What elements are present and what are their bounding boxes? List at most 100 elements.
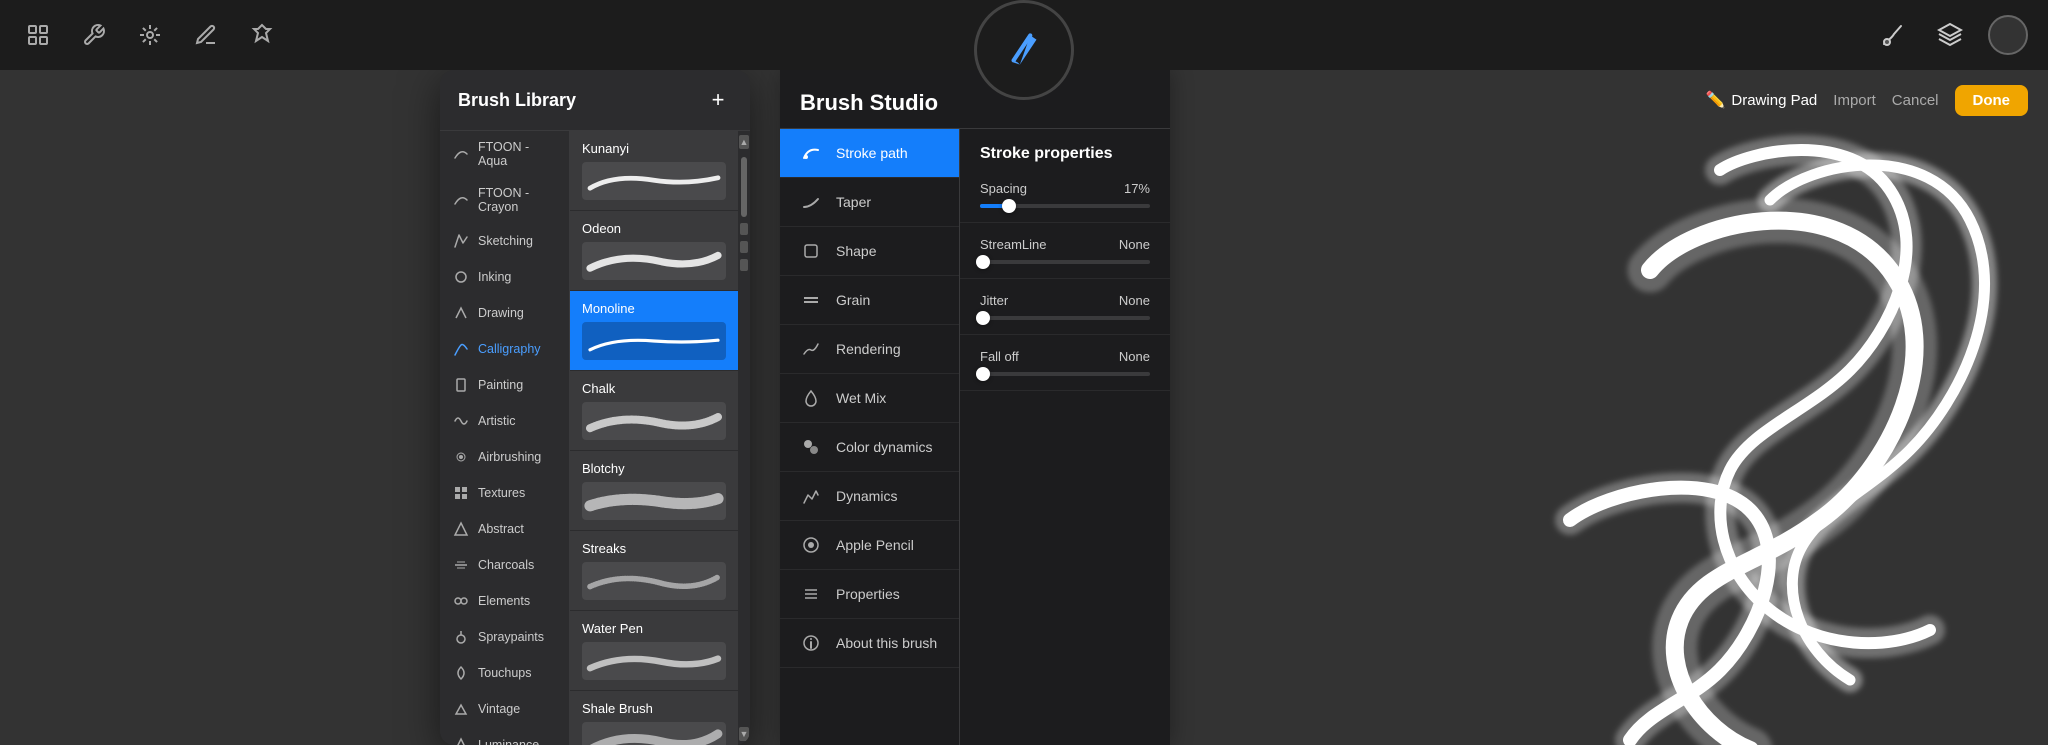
brush-name-shale: Shale Brush (582, 701, 726, 716)
studio-nav-properties[interactable]: Properties (780, 570, 959, 619)
brush-item-shale[interactable]: Shale Brush (570, 691, 738, 745)
brush-item-blotchy[interactable]: Blotchy (570, 451, 738, 531)
category-charcoals[interactable]: Charcoals (440, 547, 569, 583)
brush-name-chalk: Chalk (582, 381, 726, 396)
wrench-icon[interactable] (76, 17, 112, 53)
done-button[interactable]: Done (1955, 85, 2029, 116)
category-spraypaints[interactable]: Spraypaints (440, 619, 569, 655)
brush-name-water-pen: Water Pen (582, 621, 726, 636)
spacing-prop: Spacing 17% (960, 167, 1170, 223)
brush-item-kunanyi[interactable]: Kunanyi (570, 131, 738, 211)
abstract-icon (452, 520, 470, 538)
category-painting[interactable]: Painting (440, 367, 569, 403)
category-luminance[interactable]: Luminance (440, 727, 569, 745)
streamline-prop: StreamLine None (960, 223, 1170, 279)
drawing-pad-icon: ✏️ (1705, 90, 1725, 110)
color-circle[interactable] (1988, 15, 2028, 55)
pin-icon[interactable] (244, 17, 280, 53)
brush-icon[interactable] (1876, 17, 1912, 53)
category-touchups[interactable]: Touchups (440, 655, 569, 691)
pencil-tool-circle[interactable] (974, 0, 1074, 100)
brush-item-water-pen[interactable]: Water Pen (570, 611, 738, 691)
scroll-thumb[interactable] (741, 157, 747, 217)
category-drawing[interactable]: Drawing (440, 295, 569, 331)
drawing-pad-header: ✏️ Drawing Pad Import Cancel Done (1170, 70, 2048, 130)
cancel-button[interactable]: Cancel (1892, 92, 1939, 109)
vintage-label: Vintage (478, 702, 520, 716)
studio-nav-grain[interactable]: Grain (780, 276, 959, 325)
studio-nav-dynamics[interactable]: Dynamics (780, 472, 959, 521)
studio-nav-color-dynamics[interactable]: Color dynamics (780, 423, 959, 472)
studio-nav-taper[interactable]: Taper (780, 178, 959, 227)
brush-studio-panel: Brush Studio Stroke path Taper (780, 70, 1170, 745)
studio-nav-wet-mix[interactable]: Wet Mix (780, 374, 959, 423)
charcoals-label: Charcoals (478, 558, 534, 572)
category-artistic[interactable]: Artistic (440, 403, 569, 439)
jitter-prop: Jitter None (960, 279, 1170, 335)
stroke-path-label: Stroke path (836, 145, 908, 161)
airbrushing-icon (452, 448, 470, 466)
falloff-thumb[interactable] (976, 367, 990, 381)
spacing-slider[interactable] (980, 204, 1150, 208)
streamline-header: StreamLine None (980, 237, 1150, 252)
luminance-label: Luminance (478, 738, 539, 745)
category-sketching[interactable]: Sketching (440, 223, 569, 259)
category-elements[interactable]: Elements (440, 583, 569, 619)
category-airbrushing[interactable]: Airbrushing (440, 439, 569, 475)
studio-nav-rendering[interactable]: Rendering (780, 325, 959, 374)
studio-nav-stroke-path[interactable]: Stroke path (780, 129, 959, 178)
scroll-up-btn[interactable]: ▲ (739, 135, 749, 149)
spacing-thumb[interactable] (1002, 199, 1016, 213)
adjust-icon[interactable] (132, 17, 168, 53)
brush-library-panel: Brush Library + FTOON - Aqua FTOON - Cra… (440, 70, 750, 745)
category-ftoon-aqua[interactable]: FTOON - Aqua (440, 131, 569, 177)
brush-item-odeon[interactable]: Odeon (570, 211, 738, 291)
drawing-pad-label: ✏️ Drawing Pad (1705, 90, 1817, 110)
script-icon[interactable] (188, 17, 224, 53)
brush-preview-streaks (582, 562, 726, 600)
brush-library-title: Brush Library (458, 90, 576, 111)
rendering-icon (800, 338, 822, 360)
studio-nav-list: Stroke path Taper Shape (780, 129, 960, 745)
category-ftoon-crayon[interactable]: FTOON - Crayon (440, 177, 569, 223)
charcoals-icon (452, 556, 470, 574)
jitter-thumb[interactable] (976, 311, 990, 325)
drawing-icon (452, 304, 470, 322)
elements-icon (452, 592, 470, 610)
import-button[interactable]: Import (1833, 92, 1876, 109)
scroll-marker-2 (740, 241, 748, 253)
category-list: FTOON - Aqua FTOON - Crayon Sketching (440, 131, 570, 745)
studio-nav-shape[interactable]: Shape (780, 227, 959, 276)
category-vintage[interactable]: Vintage (440, 691, 569, 727)
luminance-icon (452, 736, 470, 745)
brush-preview-odeon (582, 242, 726, 280)
stroke-properties-content: Stroke properties Spacing 17% Stream (960, 129, 1170, 745)
brush-name-blotchy: Blotchy (582, 461, 726, 476)
scroll-down-btn[interactable]: ▼ (739, 727, 749, 741)
studio-nav-about[interactable]: About this brush (780, 619, 959, 668)
brush-item-streaks[interactable]: Streaks (570, 531, 738, 611)
category-inking[interactable]: Inking (440, 259, 569, 295)
brush-item-monoline[interactable]: Monoline (570, 291, 738, 371)
falloff-slider[interactable] (980, 372, 1150, 376)
streamline-slider[interactable] (980, 260, 1150, 264)
add-brush-button[interactable]: + (704, 86, 732, 114)
color-dynamics-icon (800, 436, 822, 458)
about-label: About this brush (836, 635, 937, 651)
brush-item-chalk[interactable]: Chalk (570, 371, 738, 451)
category-textures[interactable]: Textures (440, 475, 569, 511)
jitter-slider[interactable] (980, 316, 1150, 320)
category-abstract[interactable]: Abstract (440, 511, 569, 547)
brush-library-body: FTOON - Aqua FTOON - Crayon Sketching (440, 131, 750, 745)
streamline-thumb[interactable] (976, 255, 990, 269)
brush-preview-blotchy (582, 482, 726, 520)
layers-icon[interactable] (1932, 17, 1968, 53)
airbrushing-label: Airbrushing (478, 450, 541, 464)
gallery-icon[interactable] (20, 17, 56, 53)
brush-preview-monoline (582, 322, 726, 360)
studio-nav-apple-pencil[interactable]: Apple Pencil (780, 521, 959, 570)
brush-preview-shale (582, 722, 726, 745)
brush-list-scrollbar[interactable]: ▲ ▼ (738, 131, 750, 745)
drawing-canvas[interactable] (1170, 70, 2048, 745)
category-calligraphy[interactable]: Calligraphy (440, 331, 569, 367)
